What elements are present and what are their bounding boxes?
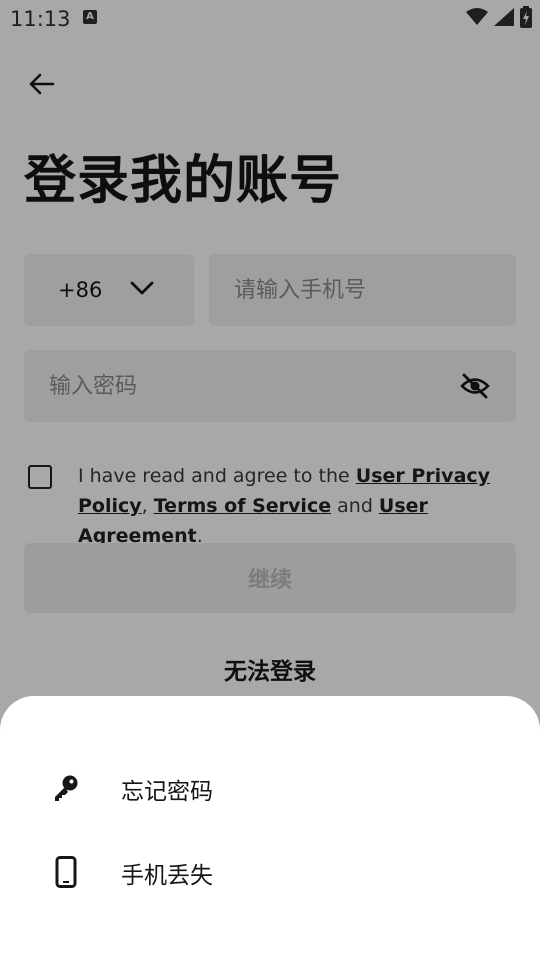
lost-phone-option[interactable]: 手机丢失 — [0, 834, 540, 906]
sheet-item-label: 手机丢失 — [121, 863, 213, 889]
forgot-password-option[interactable]: 忘记密码 — [0, 750, 540, 822]
bottom-sheet: 忘记密码 手机丢失 — [0, 696, 540, 960]
phone-icon — [50, 856, 82, 888]
sheet-item-label: 忘记密码 — [121, 779, 213, 805]
key-icon — [50, 772, 82, 804]
